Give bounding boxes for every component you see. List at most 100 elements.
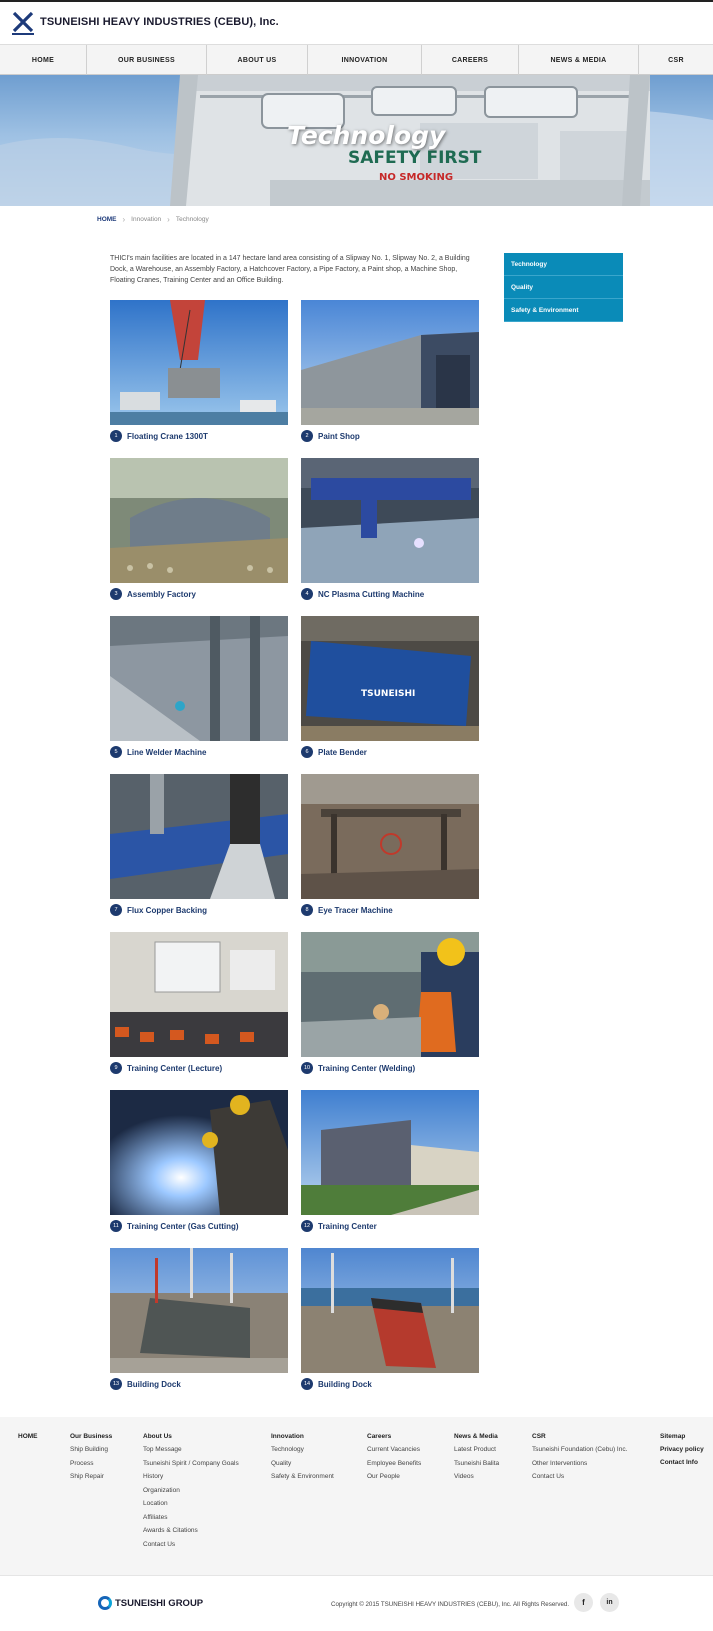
facility-card[interactable]: 12 Training Center xyxy=(301,1090,479,1232)
side-nav-technology[interactable]: Technology xyxy=(504,253,623,276)
facility-number: 10 xyxy=(301,1062,313,1074)
facility-number: 14 xyxy=(301,1378,313,1390)
footer-col-about-us: About Us Top Message Tsuneishi Spirit / … xyxy=(143,1433,239,1554)
site-title[interactable]: TSUNEISHI HEAVY INDUSTRIES (CEBU), Inc. xyxy=(40,16,279,28)
site-footer: HOME Our Business Ship Building Process … xyxy=(0,1417,713,1575)
footer-sitemap-link[interactable]: Sitemap xyxy=(660,1433,704,1440)
footer-col-careers: Careers Current Vacancies Employee Benef… xyxy=(367,1433,421,1487)
nav-news-media[interactable]: NEWS & MEDIA xyxy=(519,45,639,75)
facility-card[interactable]: 14 Building Dock xyxy=(301,1248,479,1390)
facility-card[interactable]: 11 Training Center (Gas Cutting) xyxy=(110,1090,288,1232)
assembly-factory-photo xyxy=(110,458,288,583)
footer-link[interactable]: Affiliates xyxy=(143,1514,239,1521)
footer-head[interactable]: About Us xyxy=(143,1433,239,1440)
footer-head[interactable]: Careers xyxy=(367,1433,421,1440)
copyright-text: Copyright © 2015 TSUNEISHI HEAVY INDUSTR… xyxy=(331,1601,570,1608)
footer-link[interactable]: Top Message xyxy=(143,1446,239,1453)
footer-head[interactable]: Our Business xyxy=(70,1433,112,1440)
training-gas-cutting-photo xyxy=(110,1090,288,1215)
footer-link[interactable]: Tsuneishi Foundation (Cebu) Inc. xyxy=(532,1446,627,1453)
footer-link[interactable]: Quality xyxy=(271,1460,334,1467)
facility-number: 8 xyxy=(301,904,313,916)
group-logo-icon xyxy=(98,1596,112,1610)
breadcrumb: HOME › Innovation › Technology xyxy=(97,215,209,224)
footer-link[interactable]: History xyxy=(143,1473,239,1480)
facility-caption: Paint Shop xyxy=(318,431,360,441)
nav-innovation[interactable]: INNOVATION xyxy=(308,45,422,75)
facility-card[interactable]: 4 NC Plasma Cutting Machine xyxy=(301,458,479,600)
side-nav-quality[interactable]: Quality xyxy=(504,276,623,299)
tsuneishi-group-logo[interactable]: TSUNEISHI GROUP xyxy=(98,1596,203,1610)
footer-link[interactable]: Employee Benefits xyxy=(367,1460,421,1467)
facility-caption: Training Center (Lecture) xyxy=(127,1063,223,1073)
facility-number: 6 xyxy=(301,746,313,758)
footer-home-link[interactable]: HOME xyxy=(18,1433,38,1440)
building-dock-ship-photo xyxy=(301,1248,479,1373)
facility-card[interactable]: TSUNEISHI 6 Plate Bender xyxy=(301,616,479,758)
footer-contact-info-link[interactable]: Contact Info xyxy=(660,1459,704,1466)
main-nav: HOME OUR BUSINESS ABOUT US INNOVATION CA… xyxy=(0,44,713,75)
facility-caption: Building Dock xyxy=(318,1379,372,1389)
side-nav: Technology Quality Safety & Environment xyxy=(504,253,623,322)
facility-card[interactable]: 3 Assembly Factory xyxy=(110,458,288,600)
facility-caption: Building Dock xyxy=(127,1379,181,1389)
facility-card[interactable]: 7 Flux Copper Backing xyxy=(110,774,288,916)
footer-link[interactable]: Location xyxy=(143,1500,239,1507)
nav-careers[interactable]: CAREERS xyxy=(422,45,519,75)
facility-card[interactable]: 9 Training Center (Lecture) xyxy=(110,932,288,1074)
flux-copper-backing-photo xyxy=(110,774,288,899)
breadcrumb-innovation[interactable]: Innovation xyxy=(131,216,161,223)
facility-number: 3 xyxy=(110,588,122,600)
footer-head[interactable]: News & Media xyxy=(454,1433,499,1440)
footer-link[interactable]: Tsuneishi Spirit / Company Goals xyxy=(143,1460,239,1467)
breadcrumb-home[interactable]: HOME xyxy=(97,216,117,223)
site-header: TSUNEISHI HEAVY INDUSTRIES (CEBU), Inc. xyxy=(0,2,713,44)
facility-card[interactable]: 2 Paint Shop xyxy=(301,300,479,442)
facility-number: 4 xyxy=(301,588,313,600)
side-nav-safety-environment[interactable]: Safety & Environment xyxy=(504,299,623,322)
footer-link[interactable]: Other Interventions xyxy=(532,1460,627,1467)
footer-head[interactable]: CSR xyxy=(532,1433,627,1440)
nav-about-us[interactable]: ABOUT US xyxy=(207,45,308,75)
hero-banner: SAFETY FIRST NO SMOKING Technology xyxy=(0,75,713,206)
footer-link[interactable]: Videos xyxy=(454,1473,499,1480)
nav-csr[interactable]: CSR xyxy=(639,45,713,75)
facility-number: 13 xyxy=(110,1378,122,1390)
facility-number: 9 xyxy=(110,1062,122,1074)
footer-link[interactable]: Awards & Citations xyxy=(143,1527,239,1534)
linkedin-icon[interactable]: in xyxy=(600,1593,619,1612)
facility-card[interactable]: 5 Line Welder Machine xyxy=(110,616,288,758)
footer-link[interactable]: Current Vacancies xyxy=(367,1446,421,1453)
facility-card[interactable]: 1 Floating Crane 1300T xyxy=(110,300,288,442)
footer-col-csr: CSR Tsuneishi Foundation (Cebu) Inc. Oth… xyxy=(532,1433,627,1487)
facility-card[interactable]: 10 Training Center (Welding) xyxy=(301,932,479,1074)
footer-link[interactable]: Organization xyxy=(143,1487,239,1494)
footer-head[interactable]: Innovation xyxy=(271,1433,334,1440)
footer-link[interactable]: Technology xyxy=(271,1446,334,1453)
facility-number: 7 xyxy=(110,904,122,916)
footer-link[interactable]: Process xyxy=(70,1460,112,1467)
hero-sign-line2: NO SMOKING xyxy=(379,172,453,183)
facebook-icon[interactable]: f xyxy=(574,1593,593,1612)
footer-link[interactable]: Contact Us xyxy=(532,1473,627,1480)
facility-card[interactable]: 13 Building Dock xyxy=(110,1248,288,1390)
nav-our-business[interactable]: OUR BUSINESS xyxy=(87,45,207,75)
nav-home[interactable]: HOME xyxy=(0,45,87,75)
footer-link[interactable]: Ship Repair xyxy=(70,1473,112,1480)
footer-link[interactable]: Contact Us xyxy=(143,1541,239,1548)
footer-link[interactable]: Safety & Environment xyxy=(271,1473,334,1480)
footer-privacy-link[interactable]: Privacy policy xyxy=(660,1446,704,1453)
facility-caption: Training Center (Welding) xyxy=(318,1063,416,1073)
footer-link[interactable]: Latest Product xyxy=(454,1446,499,1453)
facility-caption: NC Plasma Cutting Machine xyxy=(318,589,425,599)
tsuneishi-logo-icon[interactable] xyxy=(8,9,38,37)
footer-link[interactable]: Ship Building xyxy=(70,1446,112,1453)
facility-caption: Line Welder Machine xyxy=(127,747,207,757)
facility-number: 11 xyxy=(110,1220,122,1232)
facility-number: 5 xyxy=(110,746,122,758)
footer-link[interactable]: Our People xyxy=(367,1473,421,1480)
bottom-bar: TSUNEISHI GROUP Copyright © 2015 TSUNEIS… xyxy=(0,1575,713,1631)
eye-tracer-machine-photo xyxy=(301,774,479,899)
facility-card[interactable]: 8 Eye Tracer Machine xyxy=(301,774,479,916)
footer-link[interactable]: Tsuneishi Balita xyxy=(454,1460,499,1467)
